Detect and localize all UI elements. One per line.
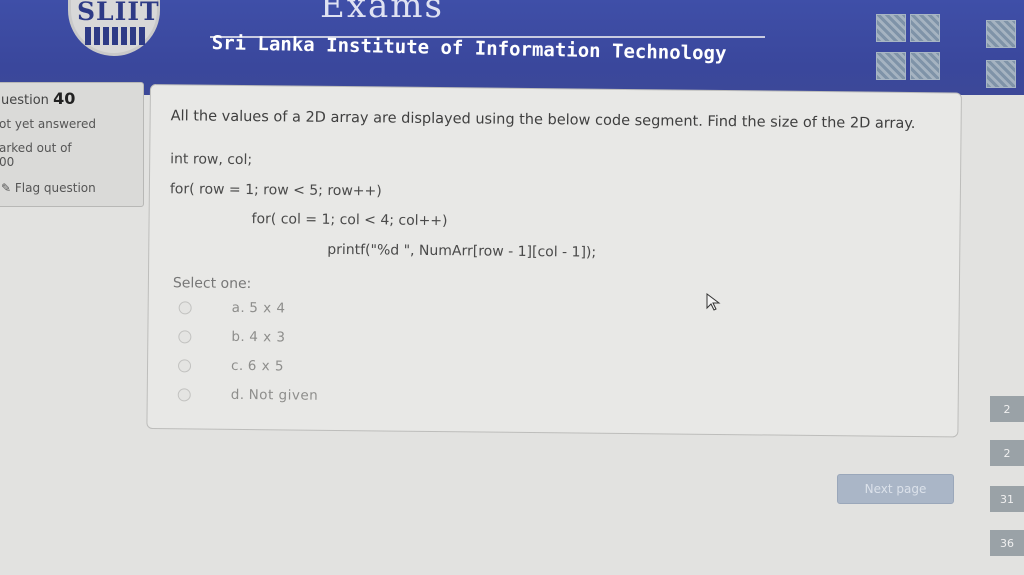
header-image-icon (910, 52, 940, 80)
question-text: All the values of a 2D array are display… (170, 108, 916, 133)
answer-status: ot yet answered (0, 117, 96, 131)
option-text: 4 x 3 (249, 329, 286, 346)
marked-out-of-label: arked out of (0, 141, 72, 155)
radio-button[interactable] (177, 358, 192, 372)
logo-emblem (85, 27, 145, 45)
next-page-button[interactable]: Next page (837, 474, 954, 504)
option-letter: c. (230, 357, 244, 374)
option-c[interactable]: c. 6 x 5 (177, 355, 285, 376)
radio-button[interactable] (178, 300, 192, 314)
question-info-block: uestion 40 ot yet answered arked out of … (0, 82, 144, 207)
code-line: for( row = 1; row < 5; row++) (169, 181, 382, 200)
option-letter: b. (231, 328, 246, 346)
quiz-nav-button[interactable]: 2 (990, 440, 1024, 466)
option-text: 5 x 4 (249, 300, 286, 317)
marks-value: 00 (0, 155, 15, 169)
quiz-nav-button[interactable]: 2 (990, 396, 1024, 422)
select-one-label: Select one: (172, 275, 252, 293)
flag-question-link[interactable]: ✎ Flag question (1, 181, 96, 195)
exams-title: Exams (320, 0, 444, 26)
question-number-value: 40 (53, 89, 76, 108)
quiz-nav-button[interactable]: 36 (990, 530, 1024, 556)
logo-text: SLIIT (77, 0, 160, 26)
quiz-nav-button[interactable]: 31 (990, 486, 1024, 512)
code-line: int row, col; (170, 151, 253, 169)
option-b[interactable]: b. 4 x 3 (178, 326, 286, 347)
question-number: uestion 40 (1, 89, 75, 108)
mouse-cursor-icon (706, 293, 721, 311)
option-a[interactable]: a. 5 x 4 (178, 297, 286, 318)
flag-question-label: Flag question (14, 181, 96, 195)
question-label: uestion (1, 93, 49, 108)
radio-button[interactable] (178, 329, 192, 343)
header-image-icon (876, 52, 906, 80)
flag-icon: ✎ (1, 181, 12, 195)
option-text: 6 x 5 (247, 358, 285, 375)
code-line: for( col = 1; col < 4; col++) (251, 211, 448, 230)
code-line: printf("%d ", NumArr[row - 1][col - 1]); (327, 241, 597, 261)
header-image-icon (910, 14, 940, 42)
site-header: SLIIT Exams Sri Lanka Institute of Infor… (0, 0, 1024, 95)
option-letter: a. (231, 299, 246, 317)
question-panel: All the values of a 2D array are display… (146, 84, 962, 438)
header-image-icon (876, 14, 906, 42)
radio-button[interactable] (177, 387, 191, 401)
option-letter: d. (230, 386, 245, 404)
option-text: Not given (248, 387, 319, 404)
option-d[interactable]: d. Not given (177, 384, 319, 405)
sliit-logo: SLIIT (68, 0, 160, 56)
